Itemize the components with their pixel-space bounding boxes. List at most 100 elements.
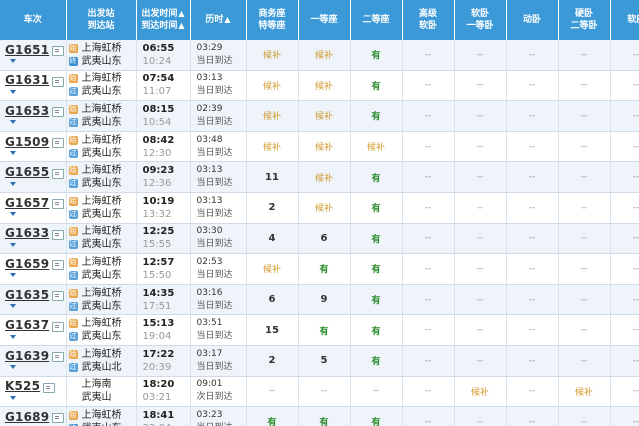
seat-second-cell[interactable]: 有: [350, 70, 403, 102]
seat-first-cell[interactable]: 有: [298, 406, 351, 426]
seat-second-cell[interactable]: 有: [350, 345, 403, 377]
seat-second-cell[interactable]: 有: [350, 406, 403, 426]
seat-availability[interactable]: 有: [371, 265, 380, 275]
sort-arrow-icon[interactable]: ▲: [224, 15, 230, 24]
seat-availability[interactable]: 有: [371, 51, 380, 61]
train-number-link[interactable]: G1655: [5, 165, 49, 179]
train-number-link[interactable]: G1651: [5, 43, 49, 57]
expand-arrow-icon[interactable]: [10, 395, 16, 400]
seat-business-cell[interactable]: 有: [246, 406, 299, 426]
stopover-info-icon[interactable]: [52, 260, 65, 271]
seat-business-cell[interactable]: 候补: [246, 253, 299, 285]
seat-soft-sleeper-cell[interactable]: 候补: [454, 376, 507, 408]
stopover-info-icon[interactable]: [52, 107, 65, 118]
seat-second-cell[interactable]: 有: [350, 253, 403, 285]
seat-availability[interactable]: 有: [371, 327, 380, 337]
stopover-info-icon[interactable]: [52, 168, 65, 179]
train-number-link[interactable]: G1637: [5, 318, 49, 332]
train-number-link[interactable]: G1631: [5, 73, 49, 87]
stopover-info-icon[interactable]: [52, 46, 65, 57]
seat-availability[interactable]: 4: [269, 233, 276, 244]
seat-availability[interactable]: 11: [265, 172, 279, 183]
train-number-link[interactable]: G1689: [5, 410, 49, 424]
seat-availability[interactable]: 有: [371, 296, 380, 306]
seat-availability[interactable]: 有: [319, 265, 328, 275]
seat-first-cell[interactable]: 候补: [298, 131, 351, 163]
expand-arrow-icon[interactable]: [10, 151, 16, 156]
seat-second-cell[interactable]: 有: [350, 284, 403, 316]
seat-second-cell[interactable]: 候补: [350, 131, 403, 163]
stopover-info-icon[interactable]: [52, 413, 65, 424]
seat-business-cell[interactable]: 4: [246, 223, 299, 255]
expand-arrow-icon[interactable]: [10, 273, 16, 278]
seat-availability[interactable]: 有: [319, 418, 328, 426]
seat-business-cell[interactable]: 15: [246, 314, 299, 346]
expand-arrow-icon[interactable]: [10, 59, 16, 64]
seat-first-cell[interactable]: 6: [298, 223, 351, 255]
seat-first-cell[interactable]: 候补: [298, 192, 351, 224]
expand-arrow-icon[interactable]: [10, 365, 16, 370]
seat-availability[interactable]: 有: [371, 357, 380, 367]
seat-availability[interactable]: 候补: [315, 143, 333, 153]
seat-availability[interactable]: 9: [321, 294, 328, 305]
train-number-link[interactable]: G1659: [5, 257, 49, 271]
seat-availability[interactable]: 有: [371, 235, 380, 245]
seat-business-cell[interactable]: 2: [246, 192, 299, 224]
stopover-info-icon[interactable]: [52, 138, 65, 149]
header-stations[interactable]: 出发站 到达站: [66, 0, 137, 40]
seat-second-cell[interactable]: 有: [350, 100, 403, 132]
sort-arrow-icon[interactable]: ▲: [178, 21, 184, 30]
expand-arrow-icon[interactable]: [10, 181, 16, 186]
stopover-info-icon[interactable]: [52, 291, 65, 302]
stopover-info-icon[interactable]: [52, 352, 65, 363]
seat-first-cell[interactable]: 有: [298, 253, 351, 285]
train-number-link[interactable]: G1509: [5, 135, 49, 149]
seat-business-cell[interactable]: 2: [246, 345, 299, 377]
train-number-link[interactable]: G1633: [5, 226, 49, 240]
seat-availability[interactable]: 候补: [263, 51, 281, 61]
train-number-link[interactable]: G1653: [5, 104, 49, 118]
seat-availability[interactable]: 有: [371, 82, 380, 92]
seat-first-cell[interactable]: 候补: [298, 100, 351, 132]
seat-business-cell[interactable]: 候补: [246, 131, 299, 163]
seat-availability[interactable]: 有: [371, 204, 380, 214]
seat-business-cell[interactable]: 6: [246, 284, 299, 316]
seat-second-cell[interactable]: 有: [350, 161, 403, 193]
header-duration[interactable]: 历时▲: [190, 0, 247, 40]
expand-arrow-icon[interactable]: [10, 212, 16, 217]
stopover-info-icon[interactable]: [52, 229, 65, 240]
seat-first-cell[interactable]: 候补: [298, 70, 351, 102]
seat-first-cell[interactable]: 9: [298, 284, 351, 316]
seat-second-cell[interactable]: 有: [350, 40, 403, 71]
header-times[interactable]: 出发时间▲ 到达时间▲: [136, 0, 191, 40]
seat-availability[interactable]: 候补: [263, 265, 281, 275]
seat-first-cell[interactable]: 候补: [298, 161, 351, 193]
seat-availability[interactable]: 有: [267, 418, 276, 426]
train-number-link[interactable]: G1639: [5, 349, 49, 363]
seat-availability[interactable]: 候补: [315, 51, 333, 61]
seat-availability[interactable]: 候补: [315, 82, 333, 92]
seat-availability[interactable]: 有: [371, 112, 380, 122]
seat-second-cell[interactable]: 有: [350, 192, 403, 224]
seat-second-cell[interactable]: 有: [350, 314, 403, 346]
expand-arrow-icon[interactable]: [10, 304, 16, 309]
seat-first-cell[interactable]: 有: [298, 314, 351, 346]
seat-availability[interactable]: 2: [269, 355, 276, 366]
seat-availability[interactable]: 有: [371, 418, 380, 426]
seat-availability[interactable]: 6: [269, 294, 276, 305]
seat-hard-sleeper-cell[interactable]: 候补: [558, 376, 611, 408]
seat-availability[interactable]: 候补: [315, 112, 333, 122]
expand-arrow-icon[interactable]: [10, 120, 16, 125]
sort-arrow-icon[interactable]: ▲: [178, 9, 184, 18]
seat-availability[interactable]: 候补: [575, 388, 593, 398]
seat-second-cell[interactable]: 有: [350, 223, 403, 255]
seat-availability[interactable]: 候补: [263, 82, 281, 92]
seat-availability[interactable]: 15: [265, 325, 279, 336]
seat-availability[interactable]: 候补: [315, 174, 333, 184]
seat-business-cell[interactable]: 候补: [246, 70, 299, 102]
seat-availability[interactable]: 候补: [315, 204, 333, 214]
expand-arrow-icon[interactable]: [10, 334, 16, 339]
seat-business-cell[interactable]: 候补: [246, 40, 299, 71]
expand-arrow-icon[interactable]: [10, 242, 16, 247]
seat-availability[interactable]: 有: [319, 327, 328, 337]
